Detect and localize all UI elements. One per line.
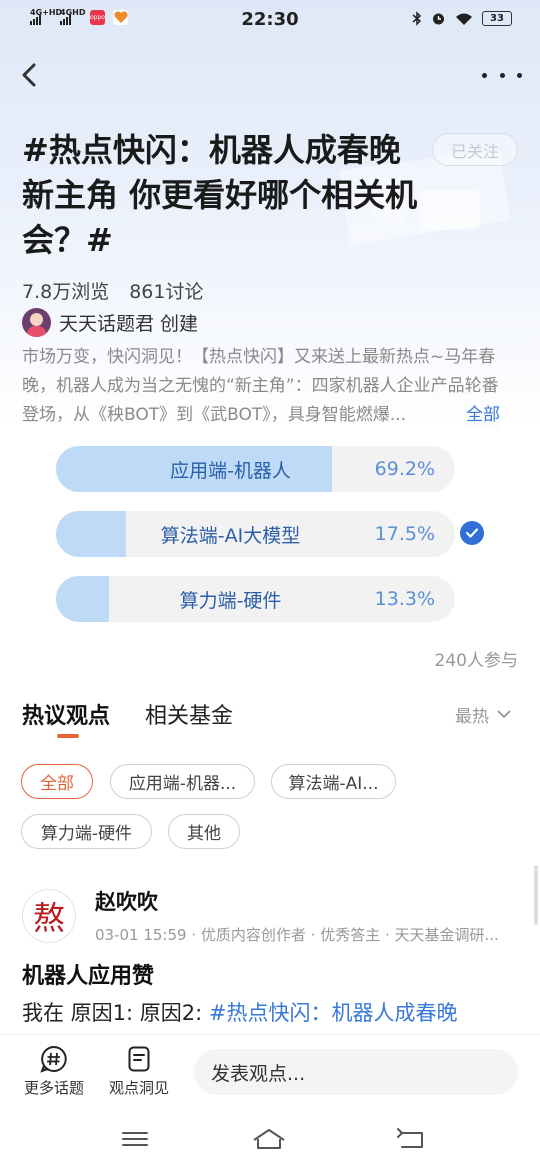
topic-stats: 7.8万浏览 861讨论 (22, 277, 203, 304)
more-options-button[interactable] (482, 64, 522, 86)
post-meta: 03-01 15:59 · 优质内容创作者 · 优秀答主 · 天天基金调研... (95, 926, 499, 944)
system-navigation-bar (0, 1110, 540, 1170)
status-bar: 4G+HD 4GHD oppo 22:30 33 (0, 0, 540, 40)
user-name[interactable]: 赵吹吹 (95, 886, 158, 916)
participant-count: 240人参与 (434, 651, 518, 671)
poll-option[interactable]: 应用端-机器人 69.2% (56, 446, 455, 492)
sort-label: 最热 (455, 707, 489, 727)
tab-related-funds[interactable]: 相关基金 (145, 698, 233, 730)
bluetooth-icon (412, 11, 422, 26)
post-body-text: 我在 原因1: 原因2: (22, 1001, 209, 1025)
poll-option-percent: 17.5% (374, 523, 435, 545)
follow-button[interactable]: 已关注 (432, 133, 518, 166)
filter-chip-algorithm[interactable]: 算法端-AI... (271, 764, 396, 799)
back-button[interactable] (14, 58, 48, 92)
expand-description-link[interactable]: 全部 (464, 401, 500, 430)
hashtag-bubble-icon (40, 1045, 67, 1073)
poll-option[interactable]: 算法端-AI大模型 17.5% (56, 511, 455, 557)
topic-title: #热点快闪：机器人成春晚新主角 你更看好哪个相关机会？# (22, 131, 418, 259)
post-body[interactable]: 我在 原因1: 原因2: #热点快闪：机器人成春晚 (22, 997, 522, 1027)
user-avatar[interactable]: 熬 (22, 889, 76, 943)
creator-info[interactable]: 天天话题君 创建 (22, 308, 198, 337)
chevron-down-icon (497, 710, 511, 719)
active-tab-indicator (57, 734, 79, 738)
tab-hot-opinions[interactable]: 热议观点 (22, 698, 110, 730)
discussion-count: 861讨论 (129, 281, 204, 303)
scrollbar[interactable] (534, 865, 538, 925)
battery-icon: 33 (482, 11, 512, 26)
filter-chip-other[interactable]: 其他 (168, 814, 240, 849)
topic-description: 市场万变，快闪洞见！【热点快闪】又来送上最新热点~马年春晚，机器人成为当之无愧的… (22, 347, 499, 425)
insights-button[interactable]: 观点洞见 (104, 1045, 174, 1098)
alarm-icon (433, 13, 444, 25)
topic-hashtag-link[interactable]: #热点快闪：机器人成春晚 (209, 1001, 458, 1025)
filter-chip-all[interactable]: 全部 (21, 764, 93, 799)
poll-option[interactable]: 算力端-硬件 13.3% (56, 576, 455, 622)
comment-input[interactable]: 发表观点... (194, 1049, 518, 1095)
back-nav-icon[interactable] (394, 1124, 428, 1154)
poll-option-percent: 69.2% (374, 458, 435, 480)
insights-label: 观点洞见 (108, 1079, 169, 1097)
home-icon[interactable] (252, 1124, 286, 1154)
selected-check-icon (460, 521, 484, 545)
sort-dropdown[interactable]: 最热 (455, 702, 511, 727)
post-title[interactable]: 机器人应用赞 (22, 958, 154, 990)
filter-chip-application[interactable]: 应用端-机器... (110, 764, 255, 799)
dot-icon (499, 72, 505, 78)
more-topics-button[interactable]: 更多话题 (19, 1045, 89, 1098)
creator-avatar[interactable] (22, 308, 51, 337)
poll-option-percent: 13.3% (374, 588, 435, 610)
views-count: 7.8万浏览 (22, 281, 110, 303)
more-topics-label: 更多话题 (23, 1079, 84, 1097)
menu-icon[interactable] (118, 1124, 152, 1154)
document-icon (128, 1046, 150, 1072)
wifi-icon (456, 13, 472, 25)
bottom-action-bar: 更多话题 观点洞见 发表观点... (0, 1034, 540, 1110)
dot-icon (482, 72, 487, 78)
filter-chip-compute[interactable]: 算力端-硬件 (21, 814, 152, 849)
creator-name: 天天话题君 创建 (59, 313, 199, 335)
dot-icon (517, 72, 522, 78)
